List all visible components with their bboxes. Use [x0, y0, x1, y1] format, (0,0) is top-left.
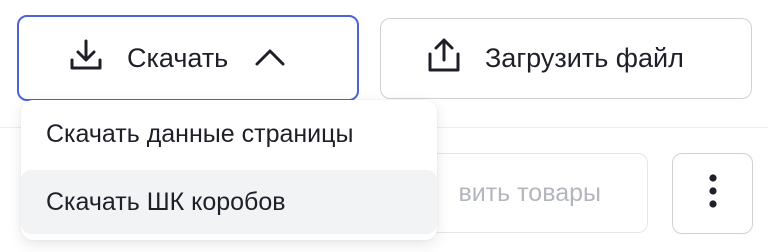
download-icon — [69, 38, 103, 79]
page: Скачать Загрузить файл вить товары Скача… — [0, 0, 768, 252]
add-products-button-label: вить товары — [458, 178, 601, 207]
menu-item-download-page-data[interactable]: Скачать данные страницы — [21, 100, 437, 168]
download-dropdown-menu: Скачать данные страницы Скачать ШК короб… — [21, 100, 437, 240]
upload-file-button-label: Загрузить файл — [485, 43, 684, 73]
upload-icon — [426, 37, 462, 80]
chevron-up-icon — [254, 43, 286, 74]
more-options-button[interactable] — [672, 153, 753, 234]
menu-item-label: Скачать ШК коробов — [46, 187, 286, 216]
upload-file-button[interactable]: Загрузить файл — [380, 18, 752, 99]
download-button-label: Скачать — [127, 42, 229, 73]
download-button[interactable]: Скачать — [17, 15, 359, 101]
menu-item-label: Скачать данные страницы — [46, 119, 354, 148]
more-vertical-icon — [708, 173, 718, 214]
menu-item-download-box-barcodes[interactable]: Скачать ШК коробов — [21, 170, 437, 234]
